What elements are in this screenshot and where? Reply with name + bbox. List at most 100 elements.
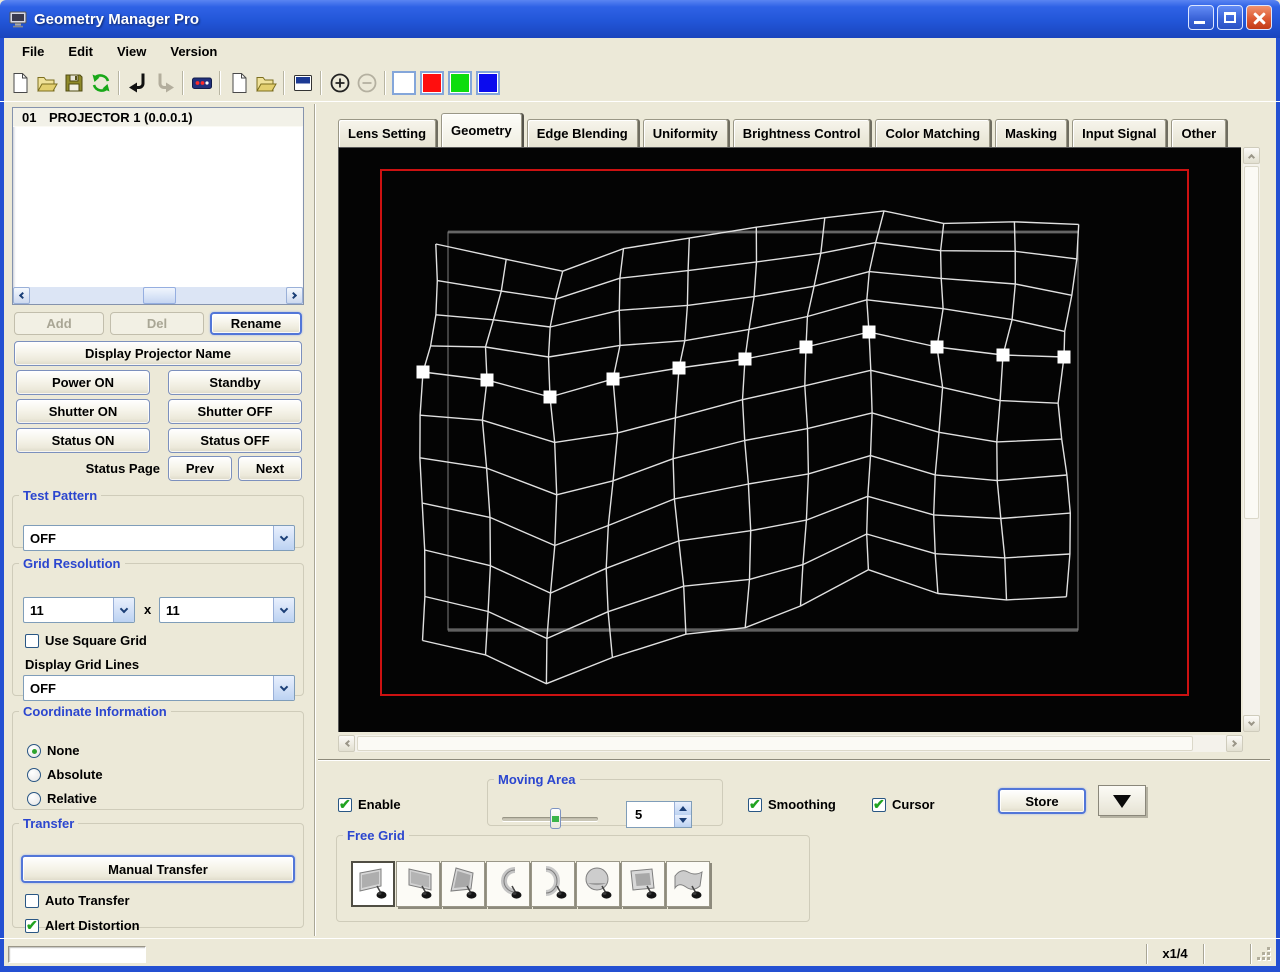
color-green-button[interactable] (448, 70, 472, 95)
refresh-button[interactable] (87, 69, 114, 96)
tab-masking[interactable]: Masking (995, 119, 1068, 147)
use-square-grid-checkbox[interactable]: Use Square Grid (25, 633, 147, 648)
grid-v-select[interactable]: 11 (159, 597, 295, 623)
resize-grip[interactable] (1257, 947, 1272, 962)
scroll-down-button[interactable] (1243, 715, 1260, 732)
coordinate-radio-none[interactable]: None (27, 743, 103, 758)
display-projector-name-button[interactable]: Display Projector Name (14, 341, 302, 366)
toolbar-separator (283, 70, 285, 95)
manual-transfer-button[interactable]: Manual Transfer (21, 855, 295, 883)
tab-input-signal[interactable]: Input Signal (1072, 119, 1167, 147)
free-grid-preset-wave-screen-button[interactable] (666, 861, 710, 907)
new-pattern-button[interactable] (225, 69, 252, 96)
rename-button[interactable]: Rename (210, 312, 302, 335)
slider-thumb[interactable] (549, 808, 561, 829)
canvas-vertical-scrollbar[interactable] (1243, 147, 1260, 732)
chevron-down-icon[interactable] (113, 598, 134, 622)
add-button[interactable]: Add (14, 312, 104, 335)
horizontal-scroll-thumb[interactable] (142, 287, 176, 304)
moving-area-slider[interactable] (502, 808, 598, 829)
toolbar-separator (384, 70, 386, 95)
projector-list-item[interactable]: 01 PROJECTOR 1 (0.0.0.1) (13, 108, 303, 127)
canvas-horizontal-scrollbar[interactable] (338, 735, 1243, 752)
remote-control-button[interactable] (188, 69, 215, 96)
menu-file[interactable]: File (10, 42, 56, 61)
free-grid-preset-flat-screen-button[interactable] (351, 861, 395, 907)
zoom-in-button[interactable] (326, 69, 353, 96)
cursor-checkbox[interactable]: Cursor (872, 796, 935, 813)
open-file-button[interactable] (33, 69, 60, 96)
color-blue-button[interactable] (476, 70, 500, 95)
scroll-right-button[interactable] (1226, 735, 1243, 752)
tab-color-matching[interactable]: Color Matching (875, 119, 991, 147)
scroll-left-button[interactable] (13, 287, 30, 304)
free-grid-preset-tilted-screen-button[interactable] (441, 861, 485, 907)
standby-button[interactable]: Standby (168, 370, 302, 395)
moving-area-spinner[interactable]: 5 (626, 801, 692, 828)
power-on-button[interactable]: Power ON (16, 370, 150, 395)
enable-checkbox[interactable]: Enable (338, 796, 401, 813)
new-file-button[interactable] (6, 69, 33, 96)
maximize-button[interactable] (1217, 5, 1243, 30)
assign-left-arrow-button[interactable] (124, 69, 151, 96)
tab-uniformity[interactable]: Uniformity (642, 119, 728, 147)
scroll-left-button[interactable] (338, 735, 355, 752)
grid-h-select[interactable]: 11 (23, 597, 135, 623)
tab-brightness-control[interactable]: Brightness Control (732, 119, 871, 147)
scroll-up-button[interactable] (1243, 147, 1260, 164)
minimize-button[interactable] (1188, 5, 1214, 30)
del-button[interactable]: Del (110, 312, 204, 335)
smoothing-label: Smoothing (768, 797, 836, 812)
smoothing-checkbox[interactable]: Smoothing (748, 796, 836, 813)
scrollbar-track[interactable] (1243, 164, 1260, 715)
auto-transfer-label: Auto Transfer (45, 893, 130, 908)
zoom-out-button[interactable] (353, 69, 380, 96)
assign-right-arrow-button[interactable] (151, 69, 178, 96)
projector-list-scrollbar[interactable] (13, 287, 303, 304)
coordinate-radio-relative[interactable]: Relative (27, 791, 103, 806)
menu-view[interactable]: View (105, 42, 158, 61)
open-pattern-button[interactable] (252, 69, 279, 96)
scroll-right-button[interactable] (286, 287, 303, 304)
save-file-button[interactable] (60, 69, 87, 96)
display-grid-lines-select[interactable]: OFF (23, 675, 295, 701)
status-on-button[interactable]: Status ON (16, 428, 150, 453)
horizontal-scroll-thumb[interactable] (357, 736, 1194, 751)
shutter-on-button[interactable]: Shutter ON (16, 399, 150, 424)
free-grid-preset-cylinder-convex-button[interactable] (531, 861, 575, 907)
tab-lens-setting[interactable]: Lens Setting (338, 119, 437, 147)
spinner-up-button[interactable] (675, 802, 691, 815)
free-grid-preset-flat-screen-right-button[interactable] (396, 861, 440, 907)
projector-list[interactable]: 01 PROJECTOR 1 (0.0.0.1) (12, 107, 304, 305)
tab-other[interactable]: Other (1171, 119, 1227, 147)
spinner-down-button[interactable] (675, 814, 691, 827)
scrollbar-track[interactable] (30, 287, 286, 304)
color-white-button[interactable] (392, 70, 416, 95)
color-red-button[interactable] (420, 70, 444, 95)
chevron-down-icon[interactable] (273, 598, 294, 622)
free-grid-preset-angled-screen-button[interactable] (621, 861, 665, 907)
scrollbar-track[interactable] (355, 735, 1226, 752)
status-off-button[interactable]: Status OFF (168, 428, 302, 453)
auto-transfer-checkbox[interactable]: Auto Transfer (25, 893, 130, 908)
menu-version[interactable]: Version (158, 42, 229, 61)
free-grid-preset-cylinder-concave-button[interactable] (486, 861, 530, 907)
coordinate-radio-absolute[interactable]: Absolute (27, 767, 103, 782)
tab-geometry[interactable]: Geometry (441, 113, 522, 147)
close-button[interactable] (1246, 5, 1272, 30)
window-display-button[interactable] (289, 69, 316, 96)
test-pattern-select[interactable]: OFF (23, 525, 295, 551)
chevron-down-icon[interactable] (273, 526, 294, 550)
chevron-down-icon[interactable] (273, 676, 294, 700)
status-page-prev-button[interactable]: Prev (168, 456, 232, 481)
tab-edge-blending[interactable]: Edge Blending (526, 119, 638, 147)
free-grid-preset-dome-button[interactable] (576, 861, 620, 907)
alert-distortion-checkbox[interactable]: Alert Distortion (25, 917, 140, 934)
store-menu-button[interactable] (1098, 785, 1146, 816)
store-button[interactable]: Store (998, 788, 1086, 814)
vertical-scroll-thumb[interactable] (1244, 166, 1259, 519)
menu-edit[interactable]: Edit (56, 42, 105, 61)
geometry-canvas[interactable] (338, 147, 1241, 732)
status-page-next-button[interactable]: Next (238, 456, 302, 481)
shutter-off-button[interactable]: Shutter OFF (168, 399, 302, 424)
